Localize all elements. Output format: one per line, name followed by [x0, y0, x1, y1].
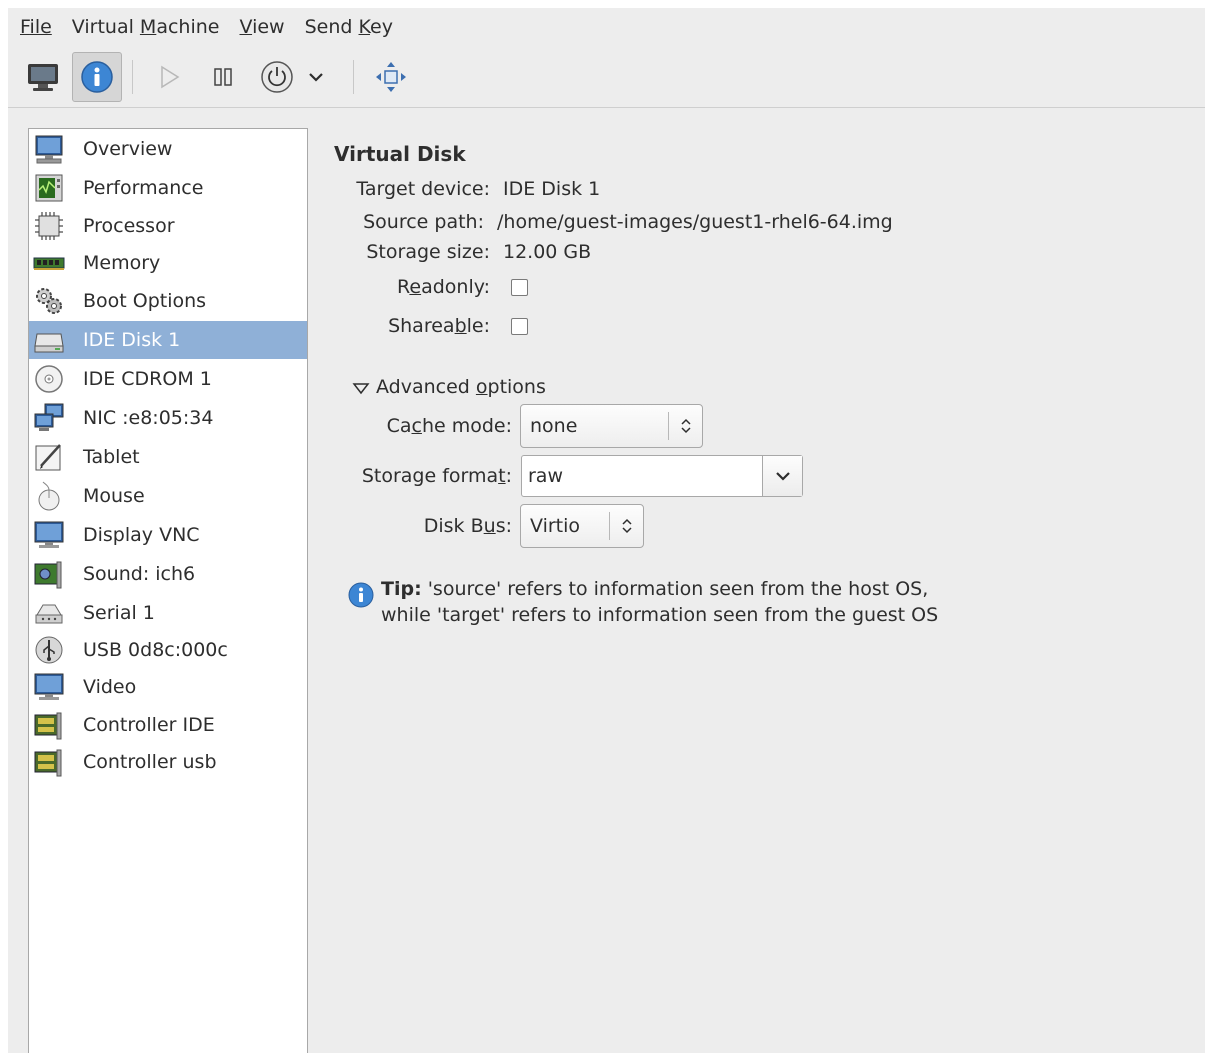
updown-arrows-icon [681, 418, 691, 434]
storage-format-combo[interactable]: raw [521, 455, 803, 497]
sidebar-item-mouse[interactable]: Mouse [29, 477, 307, 515]
sidebar-item-controller-ide[interactable]: Controller IDE [29, 706, 307, 744]
sidebar-item-video[interactable]: Video [29, 668, 307, 706]
chevron-down-icon [309, 73, 323, 82]
video-monitor-icon [34, 673, 64, 700]
storage-format-label: Storage format: [361, 465, 512, 487]
hardware-list: Overview Performance Processor Memory Bo… [28, 128, 308, 1053]
section-title: Virtual Disk [334, 142, 466, 166]
target-device-value: IDE Disk 1 [503, 178, 601, 200]
tip-bold-label: Tip: [381, 578, 422, 600]
play-icon [161, 65, 180, 89]
sidebar-item-tablet[interactable]: Tablet [29, 438, 307, 476]
source-path-value: /home/guest-images/guest1-rhel6-64.img [497, 211, 893, 233]
shutdown-menu-button[interactable] [301, 52, 331, 102]
gears-icon [36, 288, 62, 314]
menu-file[interactable]: File [8, 8, 62, 46]
controller-card-icon [34, 749, 62, 777]
triangle-down-icon [352, 382, 370, 394]
updown-arrows-icon [622, 518, 632, 534]
advanced-options-expander[interactable]: Advanced options [352, 376, 546, 398]
network-icon [34, 403, 64, 431]
storage-size-value: 12.00 GB [503, 241, 592, 263]
hard-disk-icon [34, 333, 64, 353]
performance-graph-icon [35, 174, 63, 202]
storage-format-dropdown-button[interactable] [762, 456, 802, 496]
target-device-label: Target device: [356, 178, 490, 200]
sidebar-item-usb[interactable]: USB 0d8c:000c [29, 631, 307, 669]
menu-send-key[interactable]: Send Key [295, 8, 403, 46]
shareable-label: Shareable: [388, 315, 490, 337]
sidebar-item-sound[interactable]: Sound: ich6 [29, 555, 307, 593]
power-icon [261, 61, 293, 93]
ram-stick-icon [33, 257, 65, 270]
menu-view[interactable]: View [229, 8, 294, 46]
advanced-options-label: Advanced options [376, 376, 546, 398]
toolbar [8, 46, 1205, 108]
console-icon [28, 64, 58, 91]
shutdown-button[interactable] [252, 52, 302, 102]
storage-size-label: Storage size: [366, 241, 490, 263]
monitor-icon [35, 135, 63, 164]
sidebar-item-ide-cdrom-1[interactable]: IDE CDROM 1 [29, 360, 307, 398]
readonly-checkbox[interactable] [511, 279, 528, 296]
info-icon [348, 582, 374, 608]
display-icon [34, 521, 64, 548]
readonly-label: Readonly: [397, 276, 490, 298]
sidebar-item-display-vnc[interactable]: Display VNC [29, 516, 307, 554]
fullscreen-button[interactable] [366, 52, 416, 102]
run-button[interactable] [144, 52, 194, 102]
sidebar-item-processor[interactable]: Processor [29, 207, 307, 245]
details-button[interactable] [72, 52, 122, 102]
sidebar-item-controller-usb[interactable]: Controller usb [29, 743, 307, 781]
tip-line-2: while 'target' refers to information see… [381, 604, 939, 626]
shareable-checkbox[interactable] [511, 318, 528, 335]
info-icon [81, 61, 113, 93]
disk-bus-select[interactable]: Virtio [520, 504, 644, 548]
menu-virtual-machine[interactable]: Virtual Machine [62, 8, 230, 46]
serial-port-icon [35, 604, 63, 624]
tip-line-1: 'source' refers to information seen from… [421, 578, 929, 600]
console-button[interactable] [18, 52, 68, 102]
controller-card-icon [34, 712, 62, 740]
sidebar-item-performance[interactable]: Performance [29, 169, 307, 207]
vm-details-window: File Virtual Machine View Send Key Overv… [8, 8, 1205, 1053]
sound-card-icon [34, 561, 62, 589]
cpu-chip-icon [35, 212, 63, 240]
sidebar-item-nic[interactable]: NIC :e8:05:34 [29, 399, 307, 437]
cache-mode-label: Cache mode: [386, 415, 512, 437]
tablet-pen-icon [35, 444, 61, 471]
chevron-down-icon [775, 472, 790, 481]
pause-icon [214, 68, 232, 86]
cache-mode-select[interactable]: none [520, 404, 703, 448]
disk-bus-label: Disk Bus: [423, 515, 512, 537]
sidebar-item-overview[interactable]: Overview [29, 130, 307, 168]
cdrom-icon [35, 365, 63, 393]
menubar: File Virtual Machine View Send Key [8, 8, 1205, 46]
source-path-label: Source path: [363, 211, 484, 233]
mouse-icon [38, 481, 60, 511]
sidebar-item-memory[interactable]: Memory [29, 244, 307, 282]
sidebar-item-serial-1[interactable]: Serial 1 [29, 594, 307, 632]
pause-button[interactable] [198, 52, 248, 102]
fullscreen-move-icon [376, 62, 406, 92]
usb-icon [35, 636, 63, 664]
disk-details-panel: Virtual Disk Target device: IDE Disk 1 S… [308, 128, 1205, 1053]
sidebar-item-ide-disk-1[interactable]: IDE Disk 1 [29, 321, 307, 359]
sidebar-item-boot-options[interactable]: Boot Options [29, 282, 307, 320]
